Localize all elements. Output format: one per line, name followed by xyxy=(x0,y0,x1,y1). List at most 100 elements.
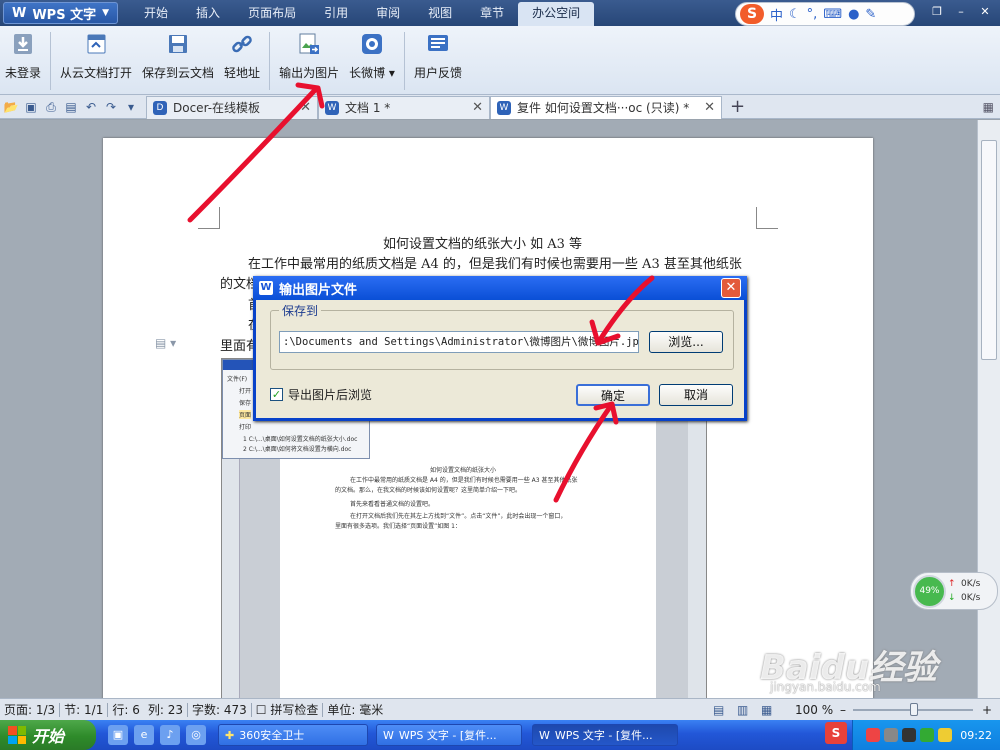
checkbox-label: 导出图片后浏览 xyxy=(288,388,373,402)
feedback-button[interactable]: 用户反馈 xyxy=(409,32,467,81)
save-icon[interactable]: ▣ xyxy=(22,98,40,116)
long-weibo-label: 长微博 ▾ xyxy=(349,66,395,80)
watermark-url: jingyan.baidu.com xyxy=(770,680,881,694)
embedded-menu-item: 打印 xyxy=(239,424,252,431)
login-button[interactable]: 未登录 xyxy=(0,32,46,81)
sogou-tray-icon[interactable] xyxy=(866,728,881,742)
taskbar-item-wps-1[interactable]: W WPS 文字 - [复件... xyxy=(376,724,522,746)
tab-view[interactable]: 视图 xyxy=(414,0,466,26)
tab-section[interactable]: 章节 xyxy=(466,0,518,26)
document-title[interactable]: 如何设置文档的纸张大小 如 A3 等 xyxy=(383,233,582,252)
security-tray-icon[interactable] xyxy=(920,728,935,742)
ime-mode-label[interactable]: 中 xyxy=(770,5,783,24)
ok-button[interactable]: 确定 xyxy=(576,384,650,406)
zoom-out-icon[interactable]: – xyxy=(840,703,846,717)
cancel-button[interactable]: 取消 xyxy=(659,384,733,406)
dialog-close-button[interactable]: ✕ xyxy=(721,278,741,298)
sogou-taskbar-icon[interactable]: S xyxy=(825,722,847,744)
tab-home[interactable]: 开始 xyxy=(130,0,182,26)
outline-view-icon[interactable]: ▥ xyxy=(737,703,748,717)
app-menu-button[interactable]: W WPS 文字 ▼ xyxy=(3,2,119,24)
network-tray-icon[interactable] xyxy=(884,728,899,742)
tab-page-layout[interactable]: 页面布局 xyxy=(234,0,310,26)
page-view-icon[interactable]: ▤ xyxy=(713,703,724,717)
clock[interactable]: 09:22 xyxy=(960,729,992,742)
undo-icon[interactable]: ↶ xyxy=(82,98,100,116)
browse-after-export-checkbox[interactable]: ✓ 导出图片后浏览 xyxy=(270,386,372,403)
embedded-paragraph: 在工作中最常用的纸质文档是 A4 的，但是我们有时候也需要用一些 A3 甚至其他… xyxy=(350,477,578,484)
redo-icon[interactable]: ↷ xyxy=(102,98,120,116)
taskbar-item-label: WPS 文字 - [复件... xyxy=(554,729,653,742)
media-icon[interactable]: ♪ xyxy=(160,725,180,745)
open-from-cloud-button[interactable]: 从云文档打开 xyxy=(55,32,137,81)
network-speed-widget[interactable]: 49% ↑ ↓ 0K/s 0K/s xyxy=(910,572,998,610)
close-tab-icon[interactable]: ✕ xyxy=(300,100,311,115)
new-tab-icon[interactable]: + xyxy=(730,96,745,117)
scrollbar-thumb[interactable] xyxy=(981,140,997,360)
word-count[interactable]: 字数: 473 xyxy=(188,701,251,718)
vertical-scrollbar[interactable] xyxy=(977,120,1000,698)
zoom-slider-knob[interactable] xyxy=(910,703,918,716)
user-icon[interactable]: ● xyxy=(848,7,859,22)
unit-indicator[interactable]: 单位: 毫米 xyxy=(323,701,387,718)
checkmark-icon[interactable]: ✓ xyxy=(270,388,283,401)
close-icon[interactable]: ✕ xyxy=(974,3,996,21)
minimize-icon[interactable]: – xyxy=(950,3,972,21)
login-label: 未登录 xyxy=(5,66,42,80)
document-icon: W xyxy=(497,100,511,115)
keyboard-icon[interactable]: ⌨ xyxy=(823,7,842,22)
paragraph-handle-icon[interactable]: ▤ ▾ xyxy=(155,336,176,350)
export-image-button[interactable]: 输出为图片 xyxy=(274,32,344,81)
ie-icon[interactable]: e xyxy=(134,725,154,745)
save-to-cloud-label: 保存到云文档 xyxy=(142,66,215,80)
restore-icon[interactable]: ❐ xyxy=(926,3,948,21)
moon-icon[interactable]: ☾ xyxy=(789,7,801,22)
cloud-open-icon xyxy=(87,34,106,54)
tab-office-space[interactable]: 办公空间 xyxy=(518,2,595,26)
tab-options-icon[interactable]: ▦ xyxy=(983,100,994,114)
tab-review[interactable]: 审阅 xyxy=(362,0,414,26)
document-paragraph[interactable]: 在工作中最常用的纸质文档是 A4 的，但是我们有时候也需要用一些 A3 甚至其他… xyxy=(248,253,742,272)
tab-active-document[interactable]: W 复件 如何设置文档···oc (只读) * ✕ xyxy=(490,95,722,119)
zoom-level[interactable]: 100 % xyxy=(795,703,833,717)
quick-access-dropdown-icon[interactable]: ▾ xyxy=(122,98,140,116)
taskbar-item-wps-2[interactable]: W WPS 文字 - [复件... xyxy=(532,724,678,746)
zoom-in-icon[interactable]: + xyxy=(982,703,992,717)
close-tab-icon[interactable]: ✕ xyxy=(704,100,715,115)
tab-label: Docer-在线模板 xyxy=(173,101,261,115)
print-icon[interactable]: ⎙ xyxy=(42,98,60,116)
document-icon: W xyxy=(325,100,339,115)
page-indicator[interactable]: 页面: 1/3 xyxy=(0,701,59,718)
tab-docer-templates[interactable]: D Docer-在线模板 ✕ xyxy=(146,95,318,119)
open-from-cloud-label: 从云文档打开 xyxy=(60,66,133,80)
open-folder-icon[interactable]: 📂 xyxy=(2,98,20,116)
desktop-icon[interactable]: ▣ xyxy=(108,725,128,745)
window-controls: ❐ – ✕ xyxy=(926,3,996,21)
taskbar-item-360[interactable]: ✚ 360安全卫士 xyxy=(218,724,368,746)
wrench-icon[interactable]: ✎ xyxy=(865,7,876,22)
save-path-field[interactable]: :\Documents and Settings\Administrator\微… xyxy=(279,331,639,353)
punctuation-icon[interactable]: °, xyxy=(807,7,818,22)
volume-muted-icon[interactable] xyxy=(902,728,917,742)
long-weibo-button[interactable]: 长微博 ▾ xyxy=(344,32,400,81)
tab-references[interactable]: 引用 xyxy=(310,0,362,26)
close-tab-icon[interactable]: ✕ xyxy=(472,100,483,115)
save-to-cloud-button[interactable]: 保存到云文档 xyxy=(137,32,219,81)
tab-document-1[interactable]: W 文档 1 * ✕ xyxy=(318,95,490,119)
ime-toolbar[interactable]: S 中 ☾ °, ⌨ ● ✎ xyxy=(735,2,915,26)
short-url-button[interactable]: 轻地址 xyxy=(219,32,265,81)
start-button[interactable]: 开始 xyxy=(0,720,96,750)
tab-label: 文档 1 * xyxy=(345,101,391,115)
web-view-icon[interactable]: ▦ xyxy=(761,703,772,717)
download-arrow-icon: ↓ xyxy=(948,593,956,603)
document-tab-bar: 📂 ▣ ⎙ ▤ ↶ ↷ ▾ D Docer-在线模板 ✕ W 文档 1 * ✕ … xyxy=(0,95,1000,119)
browse-button[interactable]: 浏览... xyxy=(649,331,723,353)
dialog-titlebar[interactable]: W 输出图片文件 xyxy=(253,276,747,300)
browser-icon[interactable]: ◎ xyxy=(186,725,206,745)
360-tray-icon[interactable] xyxy=(938,728,953,742)
spell-check-toggle[interactable]: ☐ 拼写检查 xyxy=(252,701,323,718)
print-preview-icon[interactable]: ▤ xyxy=(62,98,80,116)
wps-logo-icon: W xyxy=(12,5,27,21)
embedded-menu-item: 文件(F) xyxy=(227,376,248,383)
tab-insert[interactable]: 插入 xyxy=(182,0,234,26)
